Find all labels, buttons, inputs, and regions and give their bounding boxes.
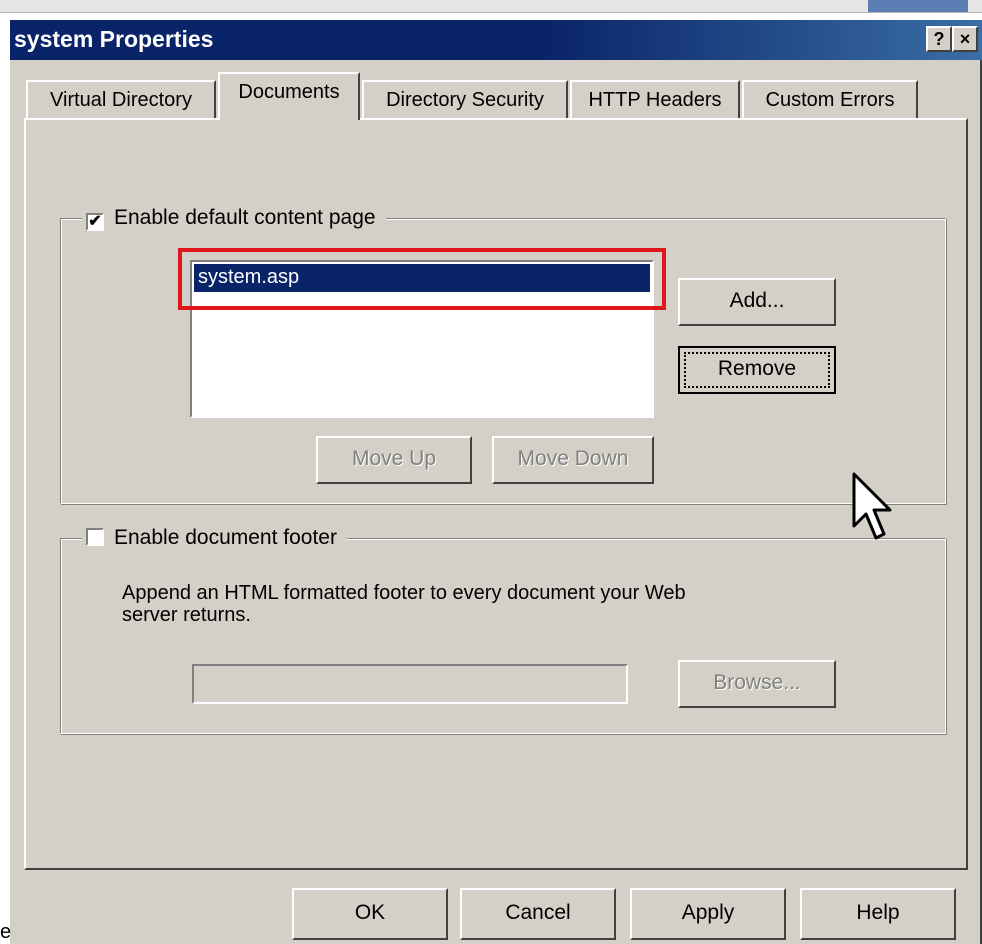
background-window-strip — [0, 0, 982, 13]
arrow-cursor-icon — [850, 470, 894, 551]
move-down-button[interactable]: Move Down — [492, 436, 654, 484]
ok-button[interactable]: OK — [292, 888, 448, 940]
document-footer-label: Enable document footer — [114, 526, 337, 549]
close-icon[interactable]: × — [952, 26, 978, 52]
checkbox-checked-icon: ✔ — [86, 213, 104, 231]
default-content-checkbox[interactable]: ✔ Enable default content page — [82, 204, 386, 232]
checkbox-unchecked-icon — [86, 528, 104, 546]
document-footer-checkbox[interactable]: Enable document footer — [82, 524, 347, 552]
tab-virtual-directory[interactable]: Virtual Directory — [26, 80, 216, 120]
tab-custom-errors[interactable]: Custom Errors — [742, 80, 918, 120]
remove-button[interactable]: Remove — [678, 346, 836, 394]
background-window-titlebar — [868, 0, 968, 12]
footer-path-input[interactable] — [192, 664, 628, 704]
tab-http-headers[interactable]: HTTP Headers — [570, 80, 740, 120]
tab-documents[interactable]: Documents — [218, 72, 360, 120]
tab-panel-documents: ✔ Enable default content page system.asp … — [24, 118, 968, 870]
apply-button[interactable]: Apply — [630, 888, 786, 940]
annotation-highlight-box — [178, 248, 666, 310]
browse-button[interactable]: Browse... — [678, 660, 836, 708]
title-bar: system Properties ? × — [10, 20, 982, 60]
window-title: system Properties — [14, 26, 214, 52]
help-button[interactable]: Help — [800, 888, 956, 940]
tab-directory-security[interactable]: Directory Security — [362, 80, 568, 120]
cancel-button[interactable]: Cancel — [460, 888, 616, 940]
help-icon[interactable]: ? — [926, 26, 952, 52]
move-up-button[interactable]: Move Up — [316, 436, 472, 484]
footer-description-line1: Append an HTML formatted footer to every… — [122, 582, 686, 604]
stray-text: e — [0, 921, 12, 943]
add-button[interactable]: Add... — [678, 278, 836, 326]
properties-dialog: Virtual Directory Documents Directory Se… — [10, 60, 982, 944]
footer-description-line2: server returns. — [122, 604, 251, 626]
default-content-label: Enable default content page — [114, 206, 376, 229]
